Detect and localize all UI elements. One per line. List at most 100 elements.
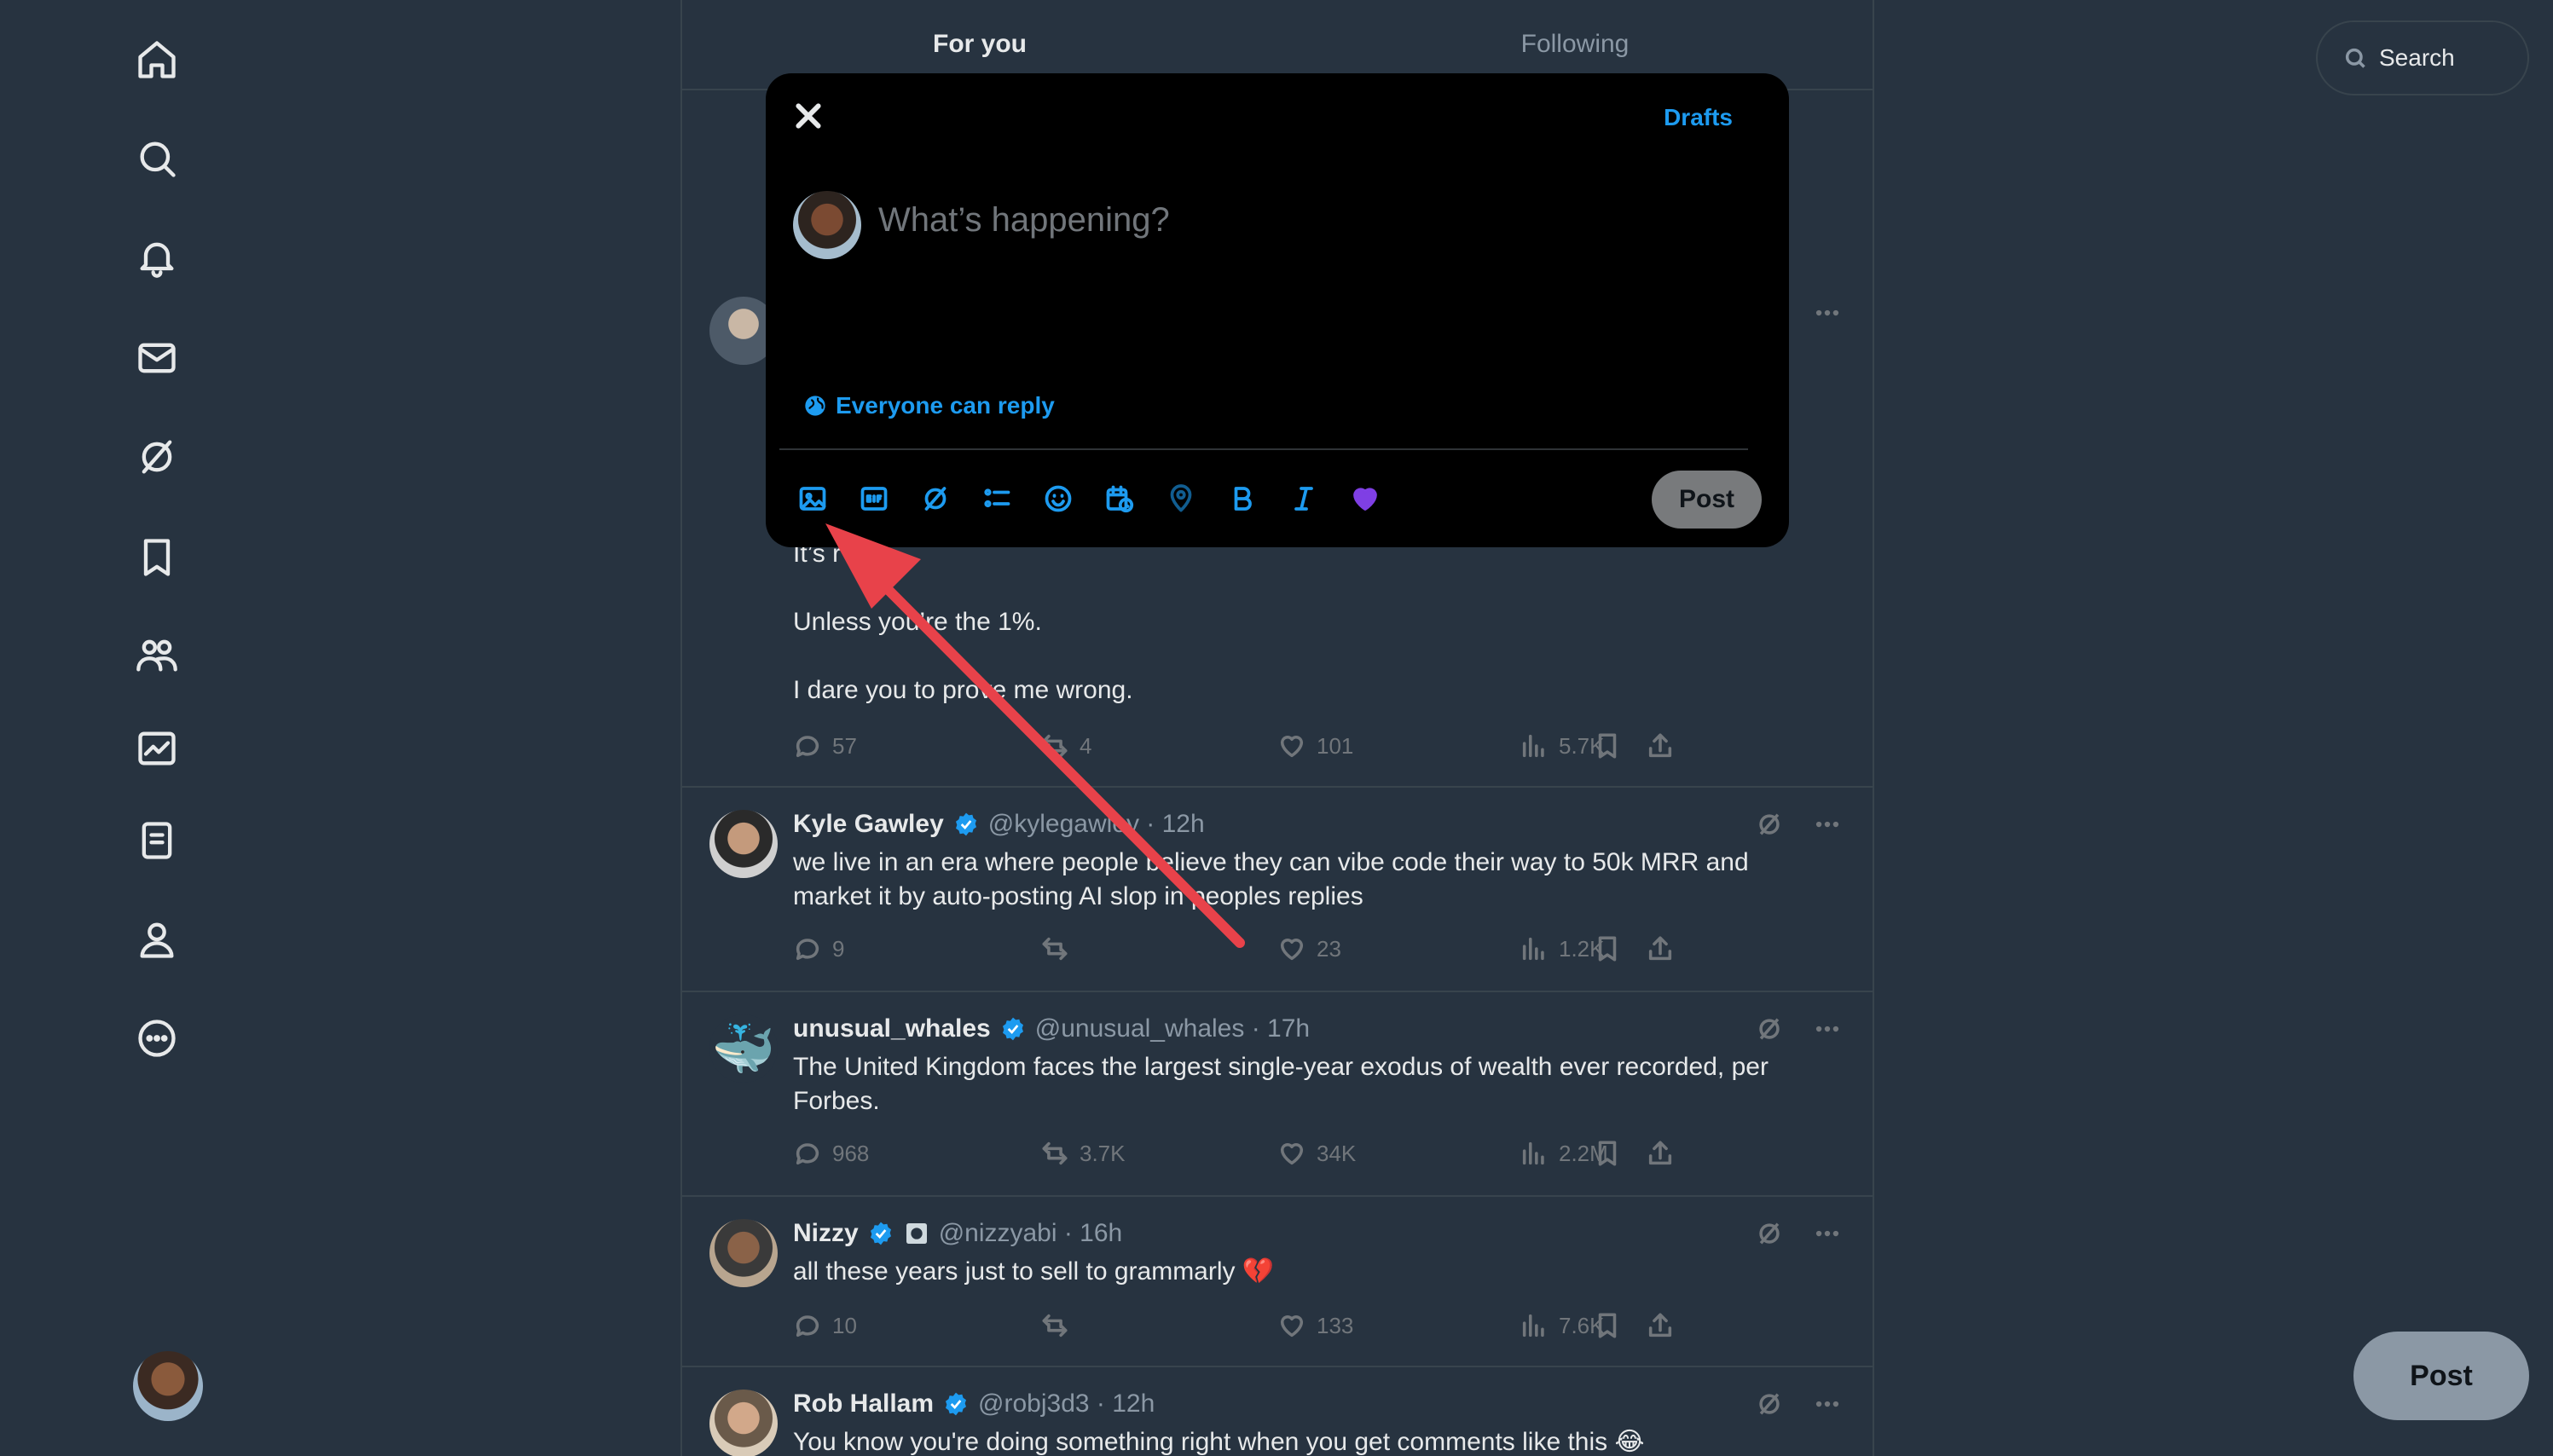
post-fab-button[interactable]: Post <box>2353 1332 2529 1420</box>
author-handle[interactable]: @unusual_whales · 17h <box>1035 1014 1310 1043</box>
reply-count: 9 <box>832 935 845 962</box>
like-button[interactable]: 133 <box>1277 1311 1353 1340</box>
location-button[interactable] <box>1165 482 1197 515</box>
post-button[interactable]: Post <box>1651 471 1762 529</box>
reply-setting-button[interactable]: Everyone can reply <box>803 392 1055 419</box>
explore-search-icon[interactable] <box>128 130 186 188</box>
share-button[interactable] <box>1646 731 1675 760</box>
reply-button[interactable]: 10 <box>793 1311 857 1340</box>
tweet-text: It’s r Unless you’re the 1%. I dare you … <box>793 537 1808 708</box>
repost-button[interactable]: 4 <box>1040 731 1091 760</box>
share-button[interactable] <box>1646 1139 1675 1168</box>
repost-icon <box>1042 1141 1068 1165</box>
heart-button[interactable] <box>1349 482 1381 515</box>
tweet-top-icons <box>1755 1219 1842 1248</box>
grok-icon[interactable] <box>1755 810 1784 839</box>
tweet-line: I dare you to prove me wrong. <box>793 676 1133 704</box>
author-handle[interactable]: @kylegawley · 12h <box>988 810 1205 839</box>
repost-button[interactable]: 3.7K <box>1040 1139 1126 1168</box>
tweet[interactable]: 🐳 unusual_whales @unusual_whales · 17h T… <box>682 992 1873 1197</box>
more-icon[interactable] <box>1813 1390 1842 1418</box>
views-chart-icon <box>1522 937 1544 961</box>
reply-button[interactable]: 9 <box>793 934 844 963</box>
grok-icon[interactable] <box>1755 1390 1784 1418</box>
gif-button[interactable] <box>858 482 890 515</box>
reply-setting-label: Everyone can reply <box>836 392 1055 419</box>
affiliate-badge-icon <box>906 1223 927 1244</box>
bold-button[interactable] <box>1226 482 1259 515</box>
schedule-button[interactable] <box>1103 482 1136 515</box>
lists-page-icon[interactable] <box>128 812 186 870</box>
repost-icon <box>1042 734 1068 758</box>
avatar[interactable] <box>709 1390 778 1456</box>
author-name[interactable]: unusual_whales <box>793 1014 991 1043</box>
grok-icon[interactable] <box>128 428 186 486</box>
reply-button[interactable]: 57 <box>793 731 857 760</box>
grok-icon[interactable] <box>1755 1014 1784 1043</box>
like-count: 133 <box>1317 1312 1354 1338</box>
tweet-header: Nizzy @nizzyabi · 16h <box>793 1219 1122 1248</box>
grok-button[interactable] <box>919 482 952 515</box>
author-handle[interactable]: @nizzyabi · 16h <box>939 1219 1123 1248</box>
close-button[interactable] <box>791 99 825 133</box>
drafts-button[interactable]: Drafts <box>1664 104 1733 131</box>
tweet[interactable]: Nizzy @nizzyabi · 16h all these years ju… <box>682 1197 1873 1367</box>
like-button[interactable]: 34K <box>1277 1139 1356 1168</box>
profile-person-icon[interactable] <box>128 910 186 968</box>
views-button[interactable]: 7.6K <box>1520 1311 1605 1340</box>
notifications-bell-icon[interactable] <box>128 228 186 286</box>
like-button[interactable]: 101 <box>1277 731 1353 760</box>
more-icon[interactable] <box>1813 1014 1842 1043</box>
tweet-top-icons <box>1755 1390 1842 1418</box>
more-icon[interactable] <box>1813 298 1842 327</box>
like-button[interactable]: 23 <box>1277 934 1341 963</box>
like-count: 34K <box>1317 1140 1357 1166</box>
verified-badge-icon <box>1002 1017 1023 1041</box>
tweet[interactable]: Kyle Gawley @kylegawley · 12h we live in… <box>682 788 1873 992</box>
communities-icon[interactable] <box>128 626 186 684</box>
tweet-text: all these years just to sell to grammarl… <box>793 1257 1275 1286</box>
more-icon[interactable] <box>1813 1219 1842 1248</box>
tweet-line: Unless you’re the 1%. <box>793 608 1042 636</box>
like-count: 23 <box>1317 935 1341 962</box>
verified-badge-icon <box>946 1392 967 1416</box>
italic-button[interactable] <box>1288 482 1320 515</box>
premium-chart-icon[interactable] <box>128 719 186 777</box>
media-button[interactable] <box>796 482 829 515</box>
views-button[interactable]: 5.7K <box>1520 731 1605 760</box>
tweet[interactable]: Rob Hallam @robj3d3 · 12h You know you'r… <box>682 1367 1873 1456</box>
author-name[interactable]: Nizzy <box>793 1219 859 1248</box>
author-name[interactable]: Rob Hallam <box>793 1390 934 1418</box>
bookmark-icon <box>1598 1313 1617 1338</box>
poll-button[interactable] <box>981 482 1013 515</box>
compose-textarea[interactable]: What’s happening? <box>878 201 1170 240</box>
bookmark-button[interactable] <box>1593 1311 1622 1340</box>
avatar[interactable] <box>709 1219 778 1287</box>
more-circle-icon[interactable] <box>128 1009 186 1067</box>
grok-icon[interactable] <box>1755 1219 1784 1248</box>
author-name[interactable]: Kyle Gawley <box>793 810 944 839</box>
emoji-button[interactable] <box>1042 482 1074 515</box>
account-avatar[interactable] <box>133 1351 203 1421</box>
views-button[interactable]: 1.2K <box>1520 934 1605 963</box>
bookmarks-icon[interactable] <box>128 529 186 586</box>
repost-button[interactable] <box>1040 1311 1069 1340</box>
home-icon[interactable] <box>128 31 186 89</box>
bookmark-button[interactable] <box>1593 731 1622 760</box>
search-input[interactable]: Search <box>2316 20 2529 95</box>
avatar[interactable] <box>709 810 778 878</box>
reply-button[interactable]: 968 <box>793 1139 869 1168</box>
share-button[interactable] <box>1646 934 1675 963</box>
bookmark-button[interactable] <box>1593 934 1622 963</box>
messages-mail-icon[interactable] <box>128 329 186 387</box>
avatar[interactable]: 🐳 <box>709 1014 778 1083</box>
views-chart-icon <box>1522 1314 1544 1338</box>
repost-button[interactable] <box>1040 934 1069 963</box>
tweet-top-icons <box>1755 810 1842 839</box>
author-handle[interactable]: @robj3d3 · 12h <box>978 1390 1155 1418</box>
share-button[interactable] <box>1646 1311 1675 1340</box>
tweet-text: You know you're doing something right wh… <box>793 1428 1645 1456</box>
more-icon[interactable] <box>1813 810 1842 839</box>
bookmark-button[interactable] <box>1593 1139 1622 1168</box>
tweet-actions: 968 3.7K 34K 2.2M <box>793 1139 1833 1173</box>
